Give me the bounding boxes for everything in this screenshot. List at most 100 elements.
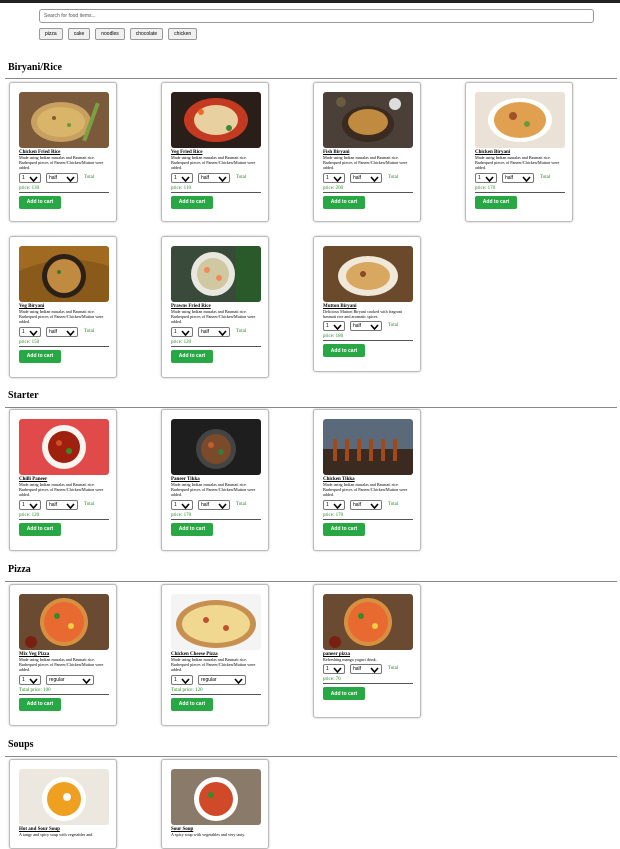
size-select[interactable]: regular bbox=[46, 674, 94, 685]
price-divider bbox=[19, 345, 109, 347]
size-value: regular bbox=[49, 676, 65, 683]
size-value: regular bbox=[201, 676, 217, 683]
add-to-cart-button[interactable]: Add to cart bbox=[475, 195, 517, 209]
tag-cake[interactable]: cake bbox=[67, 28, 91, 40]
food-description: Made using Indian masalas and Basmati ri… bbox=[323, 155, 408, 171]
food-image bbox=[171, 419, 261, 475]
add-to-cart-button[interactable]: Add to cart bbox=[171, 195, 213, 209]
price-divider bbox=[171, 345, 261, 347]
chevron-down-icon bbox=[333, 503, 342, 509]
size-select[interactable]: half bbox=[350, 172, 382, 183]
chevron-down-icon bbox=[29, 176, 38, 182]
price-divider bbox=[323, 340, 413, 342]
food-card: Chicken Fried Rice Made using Indian mas… bbox=[9, 82, 117, 222]
add-to-cart-button[interactable]: Add to cart bbox=[323, 687, 365, 701]
tag-list: pizza cake noodles chocolate chicken bbox=[39, 28, 198, 40]
add-to-cart-button[interactable]: Add to cart bbox=[19, 697, 61, 711]
food-card: Chilli Paneer Made using Indian masalas … bbox=[9, 409, 117, 551]
food-card: Mix Veg Pizza Made using Indian masalas … bbox=[9, 584, 117, 726]
food-description: Made using Indian masalas and Basmati ri… bbox=[475, 155, 560, 171]
add-to-cart-button[interactable]: Add to cart bbox=[171, 697, 213, 711]
add-to-cart-button[interactable]: Add to cart bbox=[323, 344, 365, 358]
chevron-down-icon bbox=[234, 678, 243, 684]
section-divider bbox=[5, 407, 617, 408]
quantity-value: 1 bbox=[478, 174, 481, 181]
total-label: Total bbox=[388, 666, 399, 672]
quantity-select[interactable]: 1 bbox=[171, 172, 193, 183]
food-description: A spicy soup with vegetables and very ta… bbox=[171, 832, 246, 837]
size-value: half bbox=[49, 328, 58, 335]
price-text: price: 200 bbox=[323, 185, 344, 191]
section-title-biryani: Biryani/Rice bbox=[8, 62, 62, 73]
price-text: price: 150 bbox=[19, 339, 40, 345]
search-input[interactable]: Search for food items... bbox=[39, 9, 594, 23]
add-to-cart-button[interactable]: Add to cart bbox=[323, 195, 365, 209]
size-select[interactable]: half bbox=[198, 499, 230, 510]
quantity-select[interactable]: 1 bbox=[171, 674, 193, 685]
chevron-down-icon bbox=[333, 176, 342, 182]
chevron-down-icon bbox=[370, 503, 379, 509]
price-divider bbox=[19, 693, 109, 695]
chevron-down-icon bbox=[485, 176, 494, 182]
total-label: Total bbox=[84, 174, 95, 180]
quantity-select[interactable]: 1 bbox=[323, 499, 345, 510]
total-label: Total bbox=[84, 501, 95, 507]
size-select[interactable]: half bbox=[46, 172, 78, 183]
size-value: half bbox=[353, 666, 362, 673]
food-description: Made using Indian masalas and Basmati ri… bbox=[171, 155, 256, 171]
size-select[interactable]: half bbox=[46, 499, 78, 510]
size-select[interactable]: half bbox=[350, 321, 382, 332]
quantity-select[interactable]: 1 bbox=[323, 321, 345, 332]
add-to-cart-button[interactable]: Add to cart bbox=[19, 522, 61, 536]
price-divider bbox=[171, 693, 261, 695]
quantity-select[interactable]: 1 bbox=[19, 326, 41, 337]
quantity-select[interactable]: 1 bbox=[475, 172, 497, 183]
quantity-value: 1 bbox=[22, 328, 25, 335]
quantity-select[interactable]: 1 bbox=[323, 664, 345, 675]
food-image bbox=[323, 92, 413, 148]
total-label: Total bbox=[388, 501, 399, 507]
add-to-cart-button[interactable]: Add to cart bbox=[19, 349, 61, 363]
section-divider bbox=[5, 756, 617, 757]
quantity-select[interactable]: 1 bbox=[19, 172, 41, 183]
food-card: Hot and Sour Soup A tangy and spicy soup… bbox=[9, 759, 117, 849]
size-select[interactable]: half bbox=[198, 326, 230, 337]
tag-pizza[interactable]: pizza bbox=[39, 28, 63, 40]
size-select[interactable]: half bbox=[46, 326, 78, 337]
quantity-value: 1 bbox=[174, 174, 177, 181]
quantity-value: 1 bbox=[22, 174, 25, 181]
quantity-select[interactable]: 1 bbox=[323, 172, 345, 183]
add-to-cart-button[interactable]: Add to cart bbox=[171, 522, 213, 536]
quantity-select[interactable]: 1 bbox=[19, 499, 41, 510]
section-title-soups: Soups bbox=[8, 739, 34, 750]
food-image bbox=[323, 419, 413, 475]
total-label: Total bbox=[388, 323, 399, 329]
size-select[interactable]: half bbox=[502, 172, 534, 183]
quantity-select[interactable]: 1 bbox=[19, 674, 41, 685]
size-select[interactable]: regular bbox=[198, 674, 246, 685]
chevron-down-icon bbox=[522, 176, 531, 182]
price-text: price: 130 bbox=[19, 185, 40, 191]
quantity-select[interactable]: 1 bbox=[171, 499, 193, 510]
food-image bbox=[323, 246, 413, 302]
chevron-down-icon bbox=[29, 678, 38, 684]
size-select[interactable]: half bbox=[198, 172, 230, 183]
food-image bbox=[19, 594, 109, 650]
price-divider bbox=[19, 518, 109, 520]
tag-chicken[interactable]: chicken bbox=[168, 28, 198, 40]
add-to-cart-button[interactable]: Add to cart bbox=[323, 522, 365, 536]
size-value: half bbox=[201, 501, 210, 508]
food-image bbox=[171, 769, 261, 825]
size-select[interactable]: half bbox=[350, 499, 382, 510]
add-to-cart-button[interactable]: Add to cart bbox=[171, 349, 213, 363]
section-divider bbox=[5, 78, 617, 79]
tag-noodles[interactable]: noodles bbox=[95, 28, 125, 40]
quantity-select[interactable]: 1 bbox=[171, 326, 193, 337]
add-to-cart-button[interactable]: Add to cart bbox=[19, 195, 61, 209]
size-select[interactable]: half bbox=[350, 664, 382, 675]
price-divider bbox=[475, 191, 565, 193]
food-image bbox=[171, 92, 261, 148]
tag-chocolate[interactable]: chocolate bbox=[129, 28, 164, 40]
total-label: Total bbox=[388, 174, 399, 180]
quantity-value: 1 bbox=[326, 323, 329, 330]
